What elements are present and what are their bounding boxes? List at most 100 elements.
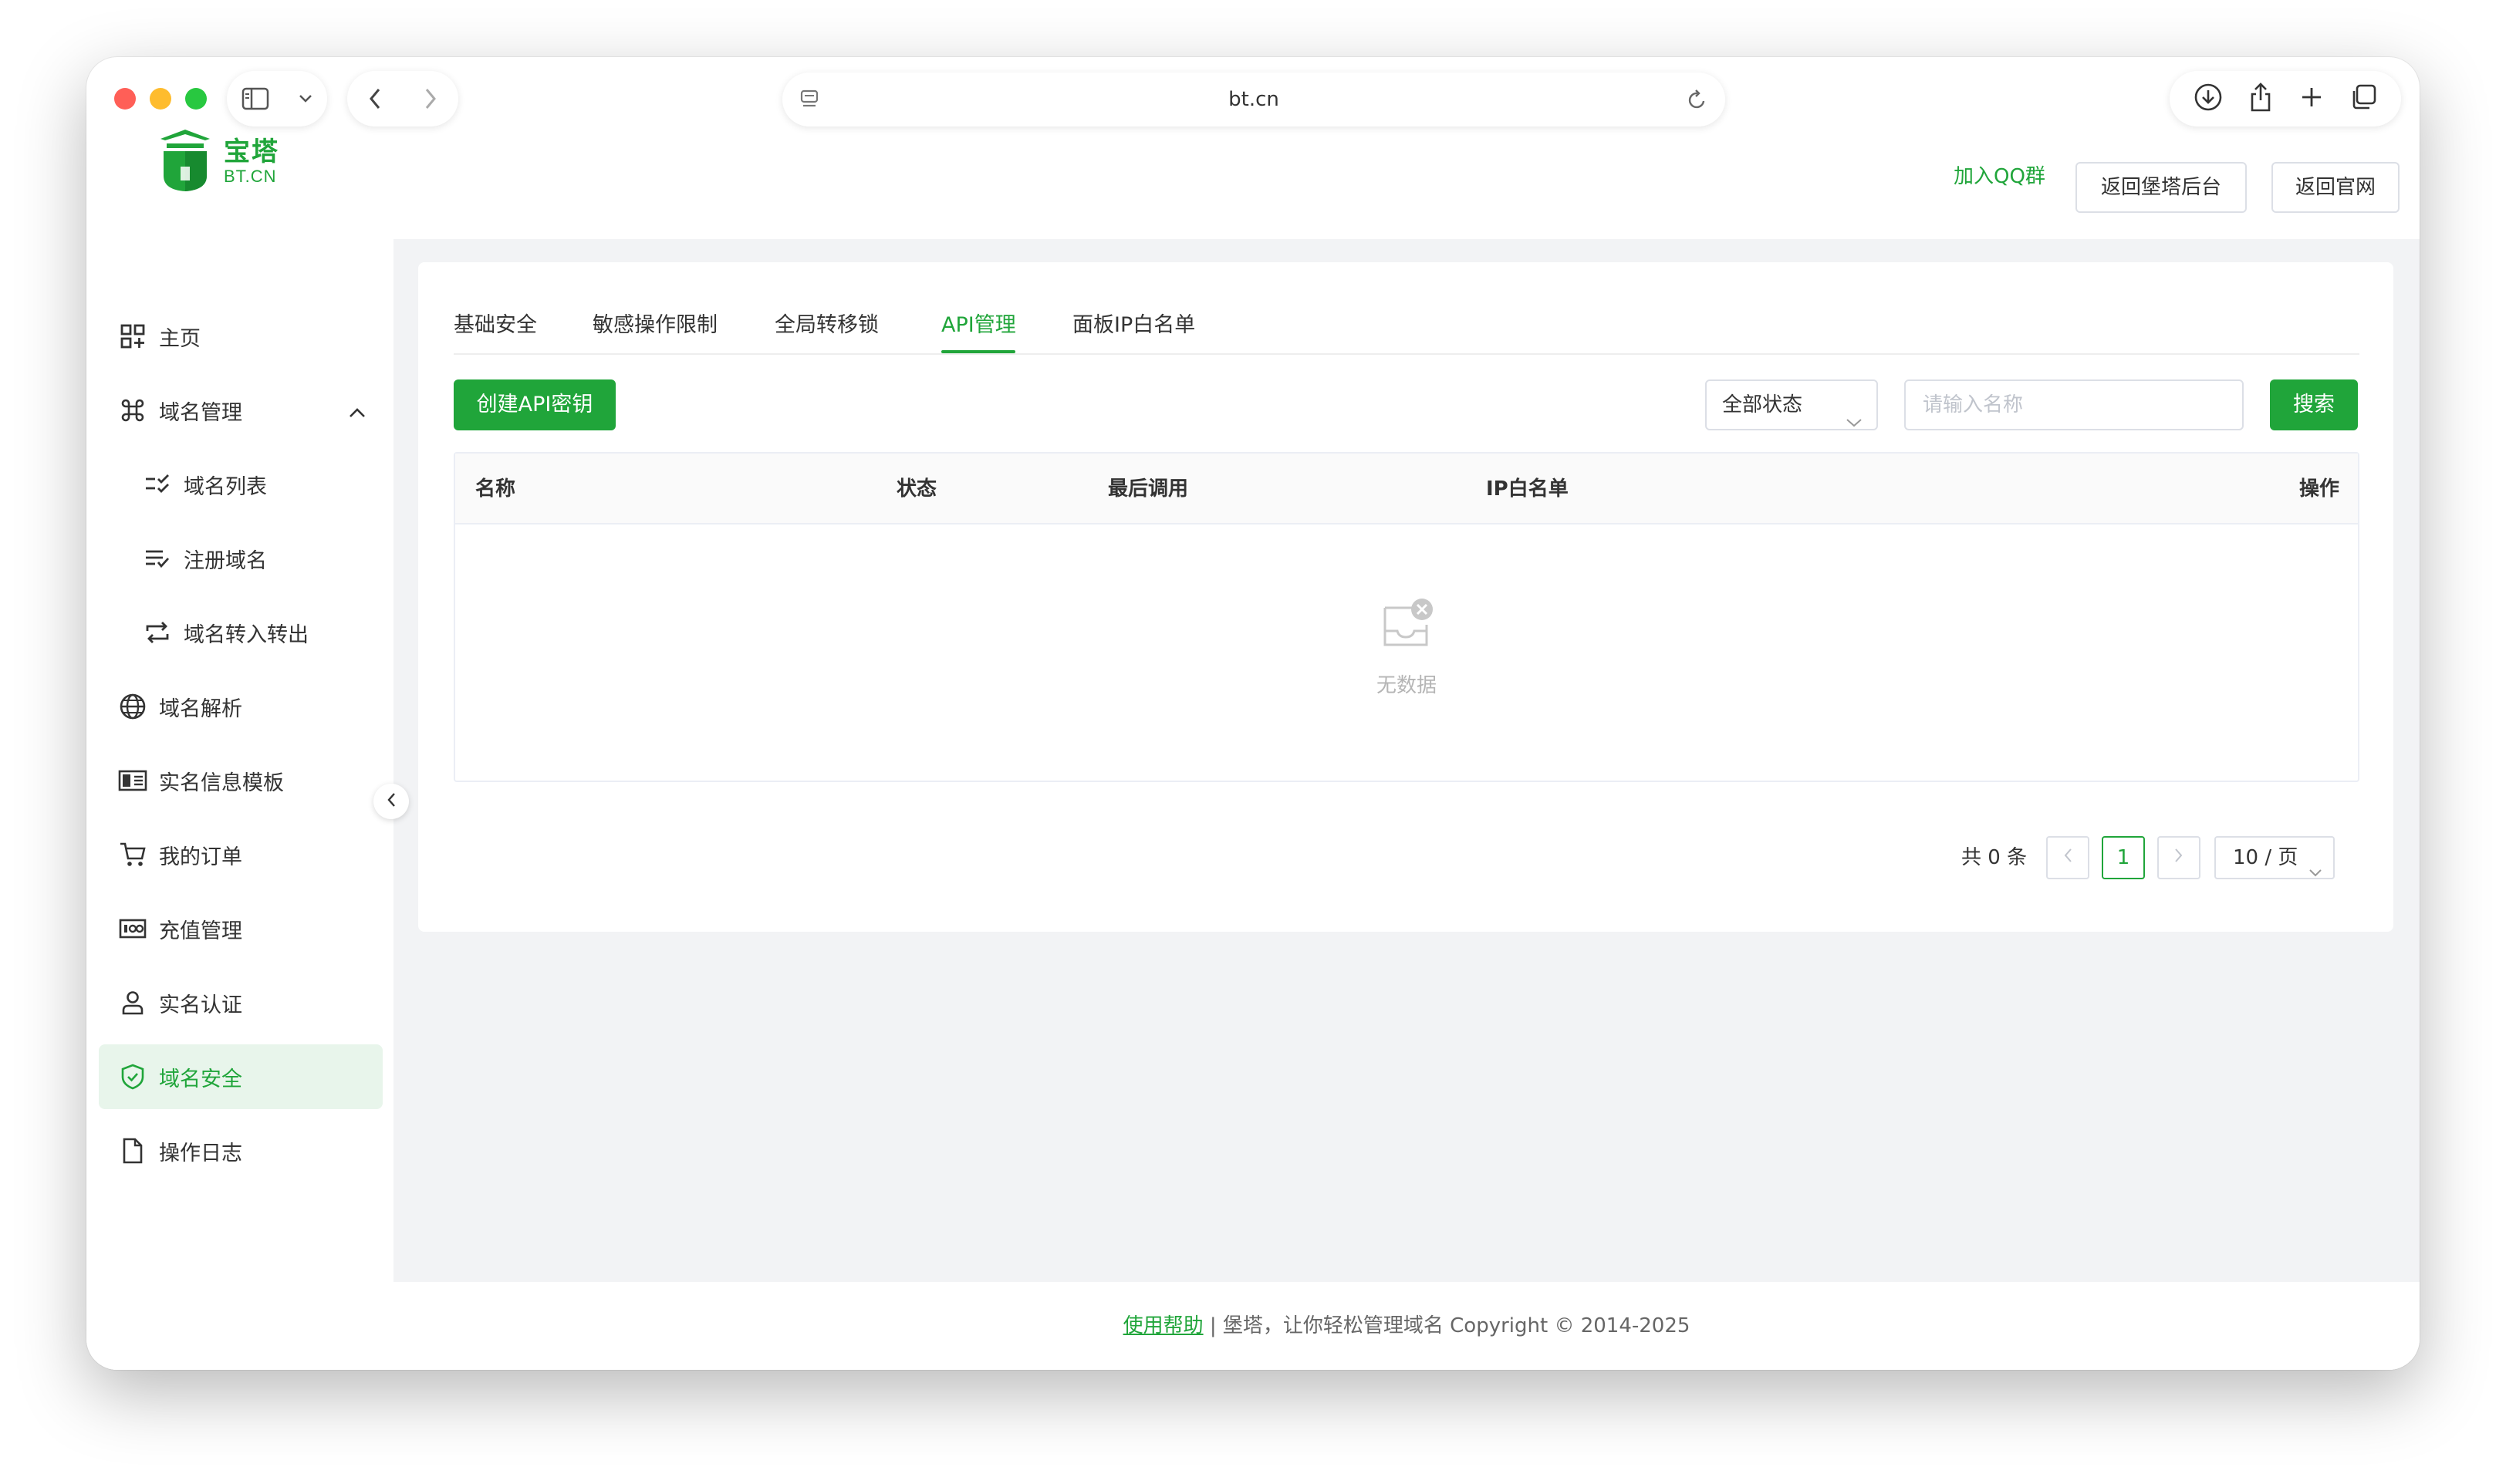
command-icon bbox=[117, 395, 148, 426]
transfer-icon bbox=[142, 617, 173, 648]
id-card-icon bbox=[117, 765, 148, 796]
sidebar-item-label: 实名认证 bbox=[159, 993, 242, 1017]
tab-panel-ip-whitelist[interactable]: 面板IP白名单 bbox=[1072, 310, 1195, 341]
file-icon bbox=[117, 1135, 148, 1166]
chevron-down-icon[interactable] bbox=[299, 94, 312, 103]
new-tab-icon[interactable] bbox=[2299, 85, 2324, 113]
page-size-value: 10 / 页 bbox=[2233, 846, 2298, 869]
tab-basic-security[interactable]: 基础安全 bbox=[454, 310, 537, 341]
chevron-left-icon bbox=[386, 791, 397, 811]
list-add-icon bbox=[142, 543, 173, 574]
back-to-panel-button[interactable]: 返回堡塔后台 bbox=[2075, 162, 2247, 213]
sidebar-item-register-domain[interactable]: 注册域名 bbox=[99, 526, 383, 591]
logo-subtitle: BT.CN bbox=[224, 167, 277, 186]
search-button[interactable]: 搜索 bbox=[2270, 379, 2358, 430]
api-key-table: 名称 状态 最后调用 IP白名单 操作 无数据 bbox=[454, 452, 2359, 782]
column-header-status: 状态 bbox=[897, 477, 937, 501]
footer: 使用帮助 | 堡塔，让你轻松管理域名 Copyright © 2014-2025 bbox=[393, 1282, 2420, 1370]
sidebar-item-label: 注册域名 bbox=[184, 548, 267, 573]
sidebar-item-orders[interactable]: 我的订单 bbox=[99, 822, 383, 887]
name-search-input[interactable] bbox=[1904, 379, 2244, 430]
sidebar-item-label: 域名安全 bbox=[159, 1067, 242, 1091]
sidebar-item-label: 域名管理 bbox=[159, 400, 242, 425]
tower-logo-icon bbox=[157, 128, 213, 196]
address-bar[interactable]: bt.cn bbox=[782, 73, 1725, 126]
share-icon[interactable] bbox=[2248, 82, 2273, 116]
sidebar-toggle-icon[interactable] bbox=[241, 87, 269, 110]
prev-page-button[interactable] bbox=[2046, 836, 2089, 879]
globe-icon bbox=[117, 691, 148, 722]
sidebar-item-realname-auth[interactable]: 实名认证 bbox=[99, 970, 383, 1035]
sidebar-collapse-button[interactable] bbox=[373, 784, 409, 819]
sidebar-item-label: 操作日志 bbox=[159, 1141, 242, 1165]
chevron-left-icon bbox=[2062, 846, 2073, 869]
wallet-icon bbox=[117, 913, 148, 944]
status-select-value: 全部状态 bbox=[1722, 393, 1803, 417]
back-arrow-icon[interactable] bbox=[369, 88, 381, 110]
column-header-name: 名称 bbox=[475, 477, 516, 501]
active-tab-indicator bbox=[941, 350, 1015, 353]
tab-sensitive-operations[interactable]: 敏感操作限制 bbox=[593, 310, 718, 341]
logo-title: 宝塔 bbox=[224, 137, 279, 167]
column-header-last-call: 最后调用 bbox=[1108, 477, 1189, 501]
user-icon bbox=[117, 987, 148, 1018]
empty-text: 无数据 bbox=[1376, 674, 1437, 697]
page-size-select[interactable]: 10 / 页 bbox=[2214, 836, 2335, 879]
reload-icon[interactable] bbox=[1687, 88, 1708, 114]
sidebar-item-label: 我的订单 bbox=[159, 845, 242, 869]
close-window-button[interactable] bbox=[114, 88, 136, 110]
back-to-site-button[interactable]: 返回官网 bbox=[2271, 162, 2400, 213]
status-select[interactable]: 全部状态 bbox=[1705, 379, 1878, 430]
table-header: 名称 状态 最后调用 IP白名单 操作 bbox=[455, 454, 2358, 524]
sidebar-item-home[interactable]: 主页 bbox=[99, 304, 383, 369]
dashboard-icon bbox=[117, 321, 148, 352]
shield-icon bbox=[117, 1061, 148, 1092]
create-api-key-button[interactable]: 创建API密钥 bbox=[454, 379, 616, 430]
sidebar-item-domain-list[interactable]: 域名列表 bbox=[99, 452, 383, 517]
sidebar-item-dns[interactable]: 域名解析 bbox=[99, 674, 383, 739]
copyright-text: | 堡塔，让你轻松管理域名 Copyright © 2014-2025 bbox=[1203, 1314, 1690, 1337]
browser-actions bbox=[2170, 71, 2401, 126]
column-header-actions: 操作 bbox=[2298, 477, 2339, 501]
page-number-button[interactable]: 1 bbox=[2102, 836, 2145, 879]
minimize-window-button[interactable] bbox=[150, 88, 171, 110]
empty-state: 无数据 bbox=[455, 597, 2358, 698]
join-qq-group-link[interactable]: 加入QQ群 bbox=[1954, 161, 2045, 192]
sidebar-item-domain-management[interactable]: 域名管理 bbox=[99, 378, 383, 443]
list-check-icon bbox=[142, 469, 173, 500]
history-nav-group bbox=[347, 71, 458, 126]
tab-global-transfer-lock[interactable]: 全局转移锁 bbox=[775, 310, 879, 341]
sidebar-item-recharge[interactable]: 充值管理 bbox=[99, 896, 383, 961]
url-text: bt.cn bbox=[1228, 88, 1279, 111]
sidebar-item-label: 实名信息模板 bbox=[159, 771, 284, 795]
help-link[interactable]: 使用帮助 bbox=[1123, 1314, 1204, 1337]
cart-icon bbox=[117, 839, 148, 870]
sidebar-item-domain-transfer[interactable]: 域名转入转出 bbox=[99, 600, 383, 665]
forward-arrow-icon[interactable] bbox=[424, 88, 437, 110]
next-page-button[interactable] bbox=[2157, 836, 2200, 879]
tab-bar: 基础安全 敏感操作限制 全局转移锁 API管理 面板IP白名单 bbox=[454, 299, 2359, 355]
empty-data-icon bbox=[1379, 599, 1434, 659]
security-card: 基础安全 敏感操作限制 全局转移锁 API管理 面板IP白名单 创建API密钥 … bbox=[418, 262, 2393, 932]
pagination-total: 共 0 条 bbox=[1961, 846, 2028, 869]
chevron-down-icon bbox=[2308, 852, 2322, 892]
chevron-right-icon bbox=[2173, 846, 2184, 869]
brand-logo[interactable]: 宝塔 BT.CN bbox=[157, 128, 279, 196]
download-icon[interactable] bbox=[2194, 83, 2223, 115]
sidebar-item-label: 主页 bbox=[159, 326, 201, 351]
sidebar-item-label: 域名转入转出 bbox=[184, 622, 309, 647]
sidebar-item-realname-template[interactable]: 实名信息模板 bbox=[99, 748, 383, 813]
browser-window: bt.cn 宝塔 BT.CN 加入QQ群 返回堡塔后台 返回官网 主页 域名管理… bbox=[86, 57, 2420, 1370]
sidebar: 主页 域名管理 域名列表 注册域名 域名转入转出 域名解析 实名信息模板 我的订… bbox=[86, 239, 393, 1370]
sidebar-item-label: 域名解析 bbox=[159, 696, 242, 721]
chevron-up-icon[interactable] bbox=[349, 400, 366, 423]
sidebar-item-label: 域名列表 bbox=[184, 474, 267, 499]
sidebar-item-domain-security[interactable]: 域名安全 bbox=[99, 1044, 383, 1109]
sidebar-toggle-group bbox=[227, 71, 327, 126]
tab-overview-icon[interactable] bbox=[2349, 83, 2377, 114]
main-content: 基础安全 敏感操作限制 全局转移锁 API管理 面板IP白名单 创建API密钥 … bbox=[393, 239, 2420, 1282]
sidebar-item-operation-log[interactable]: 操作日志 bbox=[99, 1118, 383, 1183]
tab-api-management[interactable]: API管理 bbox=[941, 310, 1016, 341]
browser-toolbar: bt.cn bbox=[86, 57, 2420, 142]
maximize-window-button[interactable] bbox=[185, 88, 207, 110]
